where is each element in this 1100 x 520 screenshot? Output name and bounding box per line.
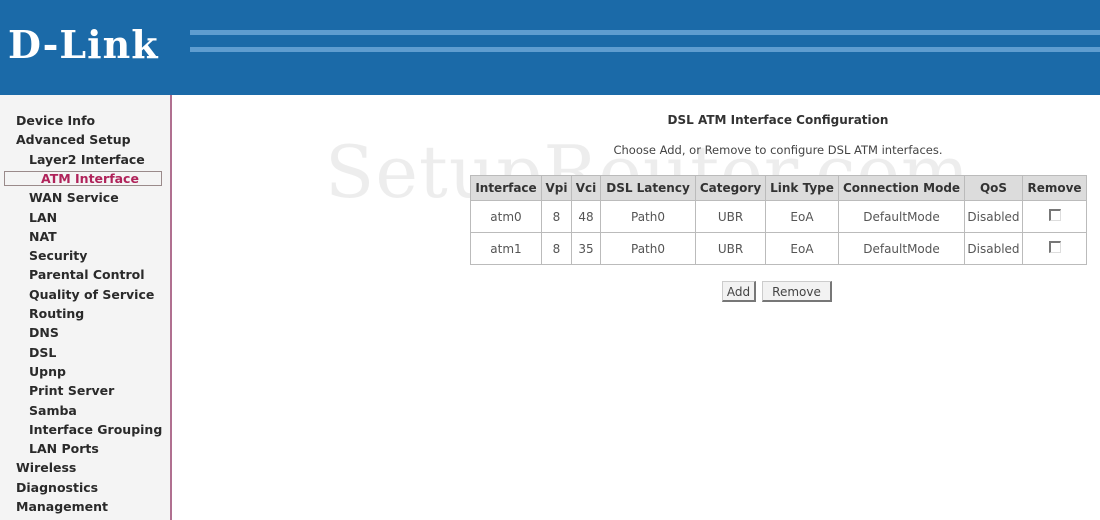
table-cell: Path0	[600, 232, 696, 265]
sidebar-item-wan-service[interactable]: WAN Service	[29, 190, 119, 205]
sidebar-item-security[interactable]: Security	[29, 248, 87, 263]
sidebar-item-interface-grouping[interactable]: Interface Grouping	[29, 422, 162, 437]
column-header: Category	[695, 175, 766, 201]
dlink-logo: D-Link	[8, 22, 159, 67]
add-button[interactable]: Add	[722, 281, 756, 302]
sidebar-item-lan-ports[interactable]: LAN Ports	[29, 441, 99, 456]
header-banner: D-Link	[0, 0, 1100, 95]
sidebar-item-print-server[interactable]: Print Server	[29, 383, 114, 398]
column-header: Interface	[470, 175, 542, 201]
header-stripe	[190, 47, 1100, 52]
sidebar-item-quality-of-service[interactable]: Quality of Service	[29, 287, 154, 302]
sidebar-item-atm-interface[interactable]: ATM Interface	[4, 170, 162, 186]
remove-checkbox[interactable]	[1048, 209, 1061, 221]
remove-cell	[1022, 200, 1087, 233]
column-header: DSL Latency	[600, 175, 696, 201]
sidebar-item-diagnostics[interactable]: Diagnostics	[16, 480, 98, 495]
sidebar-item-dns[interactable]: DNS	[29, 325, 59, 340]
table-cell: UBR	[695, 200, 766, 233]
column-header: Vci	[571, 175, 601, 201]
column-header: Vpi	[541, 175, 572, 201]
page-subtitle: Choose Add, or Remove to configure DSL A…	[613, 143, 943, 157]
sidebar-item-upnp[interactable]: Upnp	[29, 364, 66, 379]
table-cell: 8	[541, 232, 572, 265]
sidebar-item-management[interactable]: Management	[16, 499, 108, 514]
table-cell: Disabled	[964, 232, 1023, 265]
remove-button[interactable]: Remove	[762, 281, 832, 302]
table-row: atm1 8 35 Path0 UBR EoA DefaultMode Disabled	[470, 232, 1087, 265]
table-cell: UBR	[695, 232, 766, 265]
sidebar-item-advanced-setup[interactable]: Advanced Setup	[16, 132, 131, 147]
table-cell: 8	[541, 200, 572, 233]
table-cell: DefaultMode	[838, 200, 965, 233]
sidebar-item-device-info[interactable]: Device Info	[16, 113, 95, 128]
column-header: Link Type	[765, 175, 839, 201]
table-cell: 48	[571, 200, 601, 233]
table-header-row: Interface Vpi Vci DSL Latency Category Link T…	[470, 175, 1087, 201]
table-cell: 35	[571, 232, 601, 265]
table-row: atm0 8 48 Path0 UBR EoA DefaultMode Disabled	[470, 200, 1087, 233]
sidebar-item-parental-control[interactable]: Parental Control	[29, 267, 145, 282]
table-cell: EoA	[765, 200, 839, 233]
table-cell: Disabled	[964, 200, 1023, 233]
table-cell: EoA	[765, 232, 839, 265]
table-cell: Path0	[600, 200, 696, 233]
sidebar-item-dsl[interactable]: DSL	[29, 345, 56, 360]
column-header: Connection Mode	[838, 175, 965, 201]
table-cell: DefaultMode	[838, 232, 965, 265]
sidebar-item-layer2-interface[interactable]: Layer2 Interface	[29, 152, 145, 167]
table-cell: atm1	[470, 232, 542, 265]
sidebar-item-nat[interactable]: NAT	[29, 229, 57, 244]
header-stripe	[190, 30, 1100, 35]
table-cell: atm0	[470, 200, 542, 233]
sidebar-item-wireless[interactable]: Wireless	[16, 460, 76, 475]
page-title: DSL ATM Interface Configuration	[667, 113, 889, 127]
column-header: Remove	[1022, 175, 1087, 201]
sidebar-item-lan[interactable]: LAN	[29, 210, 57, 225]
atm-interface-table: Interface Vpi Vci DSL Latency Category Link T…	[470, 175, 1087, 265]
sidebar-item-routing[interactable]: Routing	[29, 306, 84, 321]
column-header: QoS	[964, 175, 1023, 201]
sidebar-item-samba[interactable]: Samba	[29, 403, 77, 418]
remove-cell	[1022, 232, 1087, 265]
sidebar-menu: Device Info Advanced Setup Layer2 Interfac…	[0, 95, 172, 520]
remove-checkbox[interactable]	[1048, 241, 1061, 253]
